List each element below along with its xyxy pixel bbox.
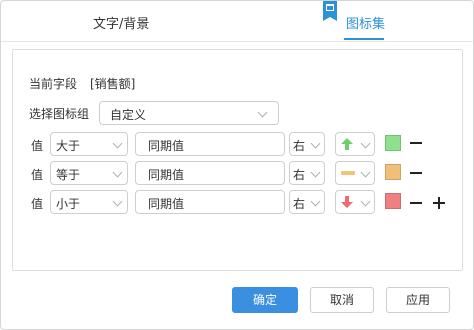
operator-value: 小于	[56, 197, 81, 211]
chevron-down-icon	[360, 138, 371, 149]
operator-value: 等于	[56, 168, 81, 182]
dialog: 文字/背景 图标集 当前字段 [销售额] 选择图标组 自定义 值 大于 同期值 …	[0, 0, 474, 330]
plus-icon-vertical	[438, 197, 440, 209]
icon-group-select[interactable]: 自定义	[99, 101, 279, 125]
position-select[interactable]: 右	[289, 161, 325, 185]
compare-input[interactable]: 同期值	[135, 132, 285, 156]
content-panel: 当前字段 [销售额] 选择图标组 自定义 值 大于 同期值 右 值 等于 同期值…	[12, 49, 463, 271]
compare-value: 同期值	[148, 168, 185, 182]
confirm-button[interactable]: 确定	[232, 287, 298, 313]
position-select[interactable]: 右	[289, 132, 325, 156]
rule-value-label: 值	[31, 168, 44, 182]
remove-rule-button[interactable]	[410, 172, 422, 174]
rule-value-label: 值	[31, 197, 44, 211]
cancel-button[interactable]: 取消	[310, 287, 374, 313]
chevron-down-icon	[112, 138, 123, 149]
compare-input[interactable]: 同期值	[135, 161, 285, 185]
position-value: 右	[293, 139, 306, 153]
remove-rule-button[interactable]	[410, 142, 422, 144]
operator-select[interactable]: 等于	[50, 161, 128, 185]
tab-bar: 文字/背景 图标集	[1, 1, 473, 42]
icon-select[interactable]	[335, 190, 375, 214]
operator-value: 大于	[56, 139, 81, 153]
position-value: 右	[293, 197, 306, 211]
compare-value: 同期值	[148, 197, 185, 211]
rule-value-label: 值	[31, 139, 44, 153]
chevron-down-icon	[310, 167, 321, 178]
tab-icon-set[interactable]: 图标集	[346, 13, 385, 32]
compare-value: 同期值	[148, 139, 185, 153]
arrow-down-icon	[341, 196, 353, 208]
chevron-down-icon	[257, 107, 268, 118]
field-value: [销售额]	[90, 77, 136, 91]
chevron-down-icon	[112, 167, 123, 178]
chevron-down-icon	[360, 167, 371, 178]
operator-select[interactable]: 大于	[50, 132, 128, 156]
chevron-down-icon	[310, 138, 321, 149]
position-select[interactable]: 右	[289, 190, 325, 214]
chevron-down-icon	[112, 196, 123, 207]
operator-select[interactable]: 小于	[50, 190, 128, 214]
dash-icon	[341, 171, 355, 175]
color-swatch[interactable]	[385, 193, 401, 209]
color-swatch[interactable]	[385, 135, 401, 151]
compare-input[interactable]: 同期值	[135, 190, 285, 214]
position-value: 右	[293, 168, 306, 182]
bookmark-icon	[323, 1, 337, 21]
color-swatch[interactable]	[385, 164, 401, 180]
remove-rule-button[interactable]	[410, 202, 422, 204]
chevron-down-icon	[360, 196, 371, 207]
icon-select[interactable]	[335, 161, 375, 185]
icon-group-label: 选择图标组	[29, 107, 90, 121]
icon-select[interactable]	[335, 132, 375, 156]
arrow-up-icon	[341, 138, 353, 150]
active-tab-indicator	[344, 38, 384, 40]
chevron-down-icon	[310, 196, 321, 207]
field-label: 当前字段	[29, 77, 78, 91]
icon-group-value: 自定义	[110, 108, 147, 122]
apply-button[interactable]: 应用	[386, 287, 450, 313]
tab-text-background[interactable]: 文字/背景	[93, 13, 149, 32]
